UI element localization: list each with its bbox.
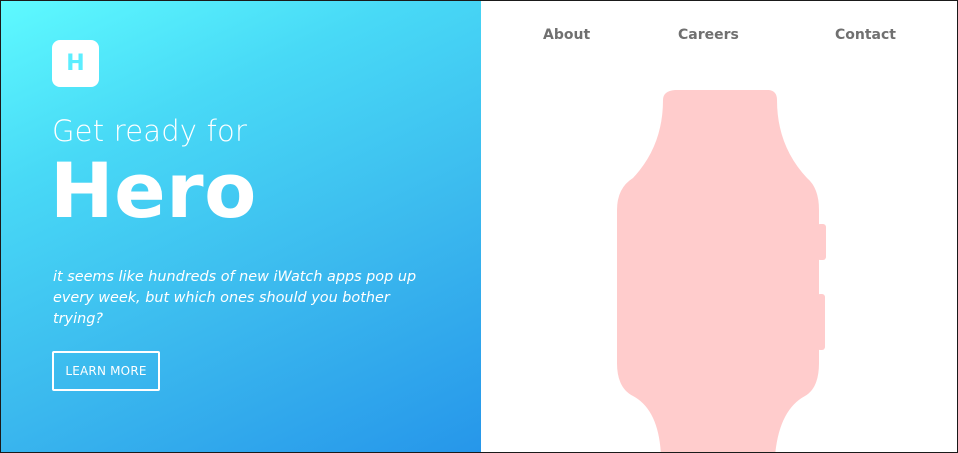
logo-icon[interactable]: H (52, 40, 99, 87)
hero-title: Hero (50, 146, 257, 235)
hero-panel: H Get ready for Hero it seems like hundr… (1, 1, 481, 452)
nav-link-contact[interactable]: Contact (835, 27, 896, 43)
nav-link-careers[interactable]: Careers (678, 27, 739, 43)
watch-side-button (817, 294, 825, 350)
logo-letter: H (66, 50, 85, 76)
nav-link-about[interactable]: About (543, 27, 590, 43)
hero-tagline: Get ready for (52, 114, 248, 148)
hero-description: it seems like hundreds of new iWatch app… (53, 269, 417, 327)
learn-more-button[interactable]: LEARN MORE (52, 351, 160, 391)
smartwatch-icon (617, 90, 826, 452)
watch-body (617, 90, 819, 452)
page: H Get ready for Hero it seems like hundr… (0, 0, 958, 453)
watch-crown (817, 224, 826, 260)
